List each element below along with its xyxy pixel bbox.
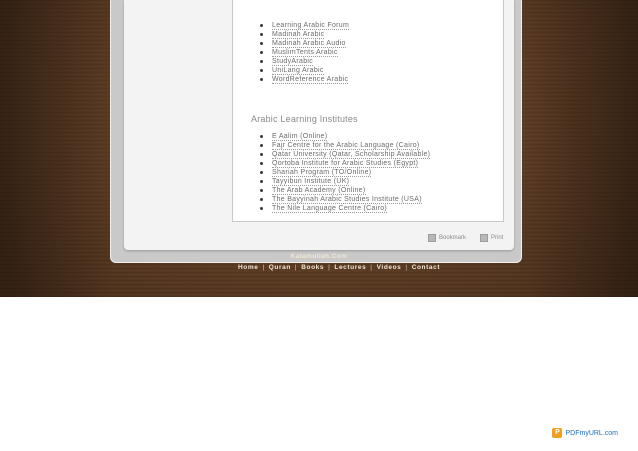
list-item[interactable]: Madinah Arabic	[259, 30, 349, 39]
footer-link-quran[interactable]: Quran	[269, 264, 291, 271]
footer-link-videos[interactable]: Videos	[377, 264, 402, 271]
list-item[interactable]: Learning Arabic Forum	[259, 21, 350, 30]
list-item[interactable]: Tayyibun Institute (UK)	[259, 177, 430, 186]
bullet-icon	[260, 135, 263, 138]
bullet-icon	[260, 180, 263, 183]
list-item[interactable]: MuslimTents Arabic	[259, 48, 349, 57]
bullet-icon	[260, 162, 263, 165]
footer-separator: |	[328, 264, 331, 271]
bullet-icon	[260, 33, 263, 36]
bullet-icon	[260, 144, 263, 147]
footer-nav: Home | Quran | Books | Lectures | Videos | Contact	[238, 264, 440, 271]
footer-separator: |	[262, 264, 265, 271]
list-item[interactable]: StudyArabic	[259, 57, 349, 66]
footer-link-lectures[interactable]: Lectures	[334, 264, 366, 271]
bookmark-label: Bookmark	[439, 235, 467, 241]
bullet-icon	[260, 51, 263, 54]
list-item[interactable]: Fajr Centre for the Arabic Language (Cai…	[259, 141, 430, 150]
list-item[interactable]: Shariah Program (TO/Online)	[259, 168, 430, 177]
list-item[interactable]: Qatar University (Qatar, Scholarship Ava…	[259, 150, 431, 159]
forums-list: Learning Arabic Forum Madinah Arabic Mad…	[259, 21, 350, 84]
list-item[interactable]: Madinah Arabic Audio	[259, 39, 349, 48]
bullet-icon	[260, 60, 263, 63]
content-panel: Learning Arabic Forum Madinah Arabic Mad…	[232, 0, 504, 222]
footer-site-name[interactable]: Kalamullah.Com	[0, 253, 638, 260]
bullet-icon	[260, 171, 263, 174]
bullet-icon	[260, 198, 263, 201]
bookmark-icon	[428, 234, 436, 242]
list-item[interactable]: The Arab Academy (Online)	[259, 186, 430, 195]
badge-label: PDFmyURL.com	[565, 429, 618, 437]
bullet-icon	[260, 153, 263, 156]
pdfmyurl-badge[interactable]: P PDFmyURL.com	[552, 428, 618, 438]
list-item[interactable]: Qortoba Institute for Arabic Studies (Eg…	[259, 159, 430, 168]
institutes-heading: Arabic Learning Institutes	[251, 114, 358, 124]
institutes-list: E Aalim (Online) Fajr Centre for the Ara…	[259, 132, 431, 213]
footer-separator: |	[294, 264, 298, 271]
list-item[interactable]: UniLang Arabic	[259, 66, 349, 75]
footer-link-books[interactable]: Books	[301, 264, 324, 271]
footer-link-home[interactable]: Home	[238, 264, 258, 271]
page-toolbar: Bookmark Print	[428, 232, 517, 244]
footer-separator: |	[370, 264, 373, 271]
list-item[interactable]: The Bayyinah Arabic Studies Institute (U…	[259, 195, 430, 204]
bullet-icon	[260, 78, 263, 81]
bullet-icon	[260, 207, 263, 210]
print-icon	[480, 234, 489, 242]
bullet-icon	[260, 42, 263, 45]
list-item[interactable]: E Aalim (Online)	[259, 132, 430, 141]
print-button[interactable]: Print	[480, 234, 503, 242]
list-item[interactable]: WordReference Arabic	[259, 75, 349, 84]
footer-separator: |	[405, 264, 408, 271]
bullet-icon	[260, 24, 263, 27]
bookmark-button[interactable]: Bookmark	[428, 234, 466, 242]
bullet-icon	[260, 189, 263, 192]
print-label: Print	[491, 235, 504, 241]
list-item[interactable]: The Nile Language Centre (Cairo)	[259, 204, 430, 213]
bullet-icon	[260, 69, 263, 72]
pdf-logo-icon: P	[552, 428, 563, 438]
footer-link-contact[interactable]: Contact	[412, 264, 440, 271]
